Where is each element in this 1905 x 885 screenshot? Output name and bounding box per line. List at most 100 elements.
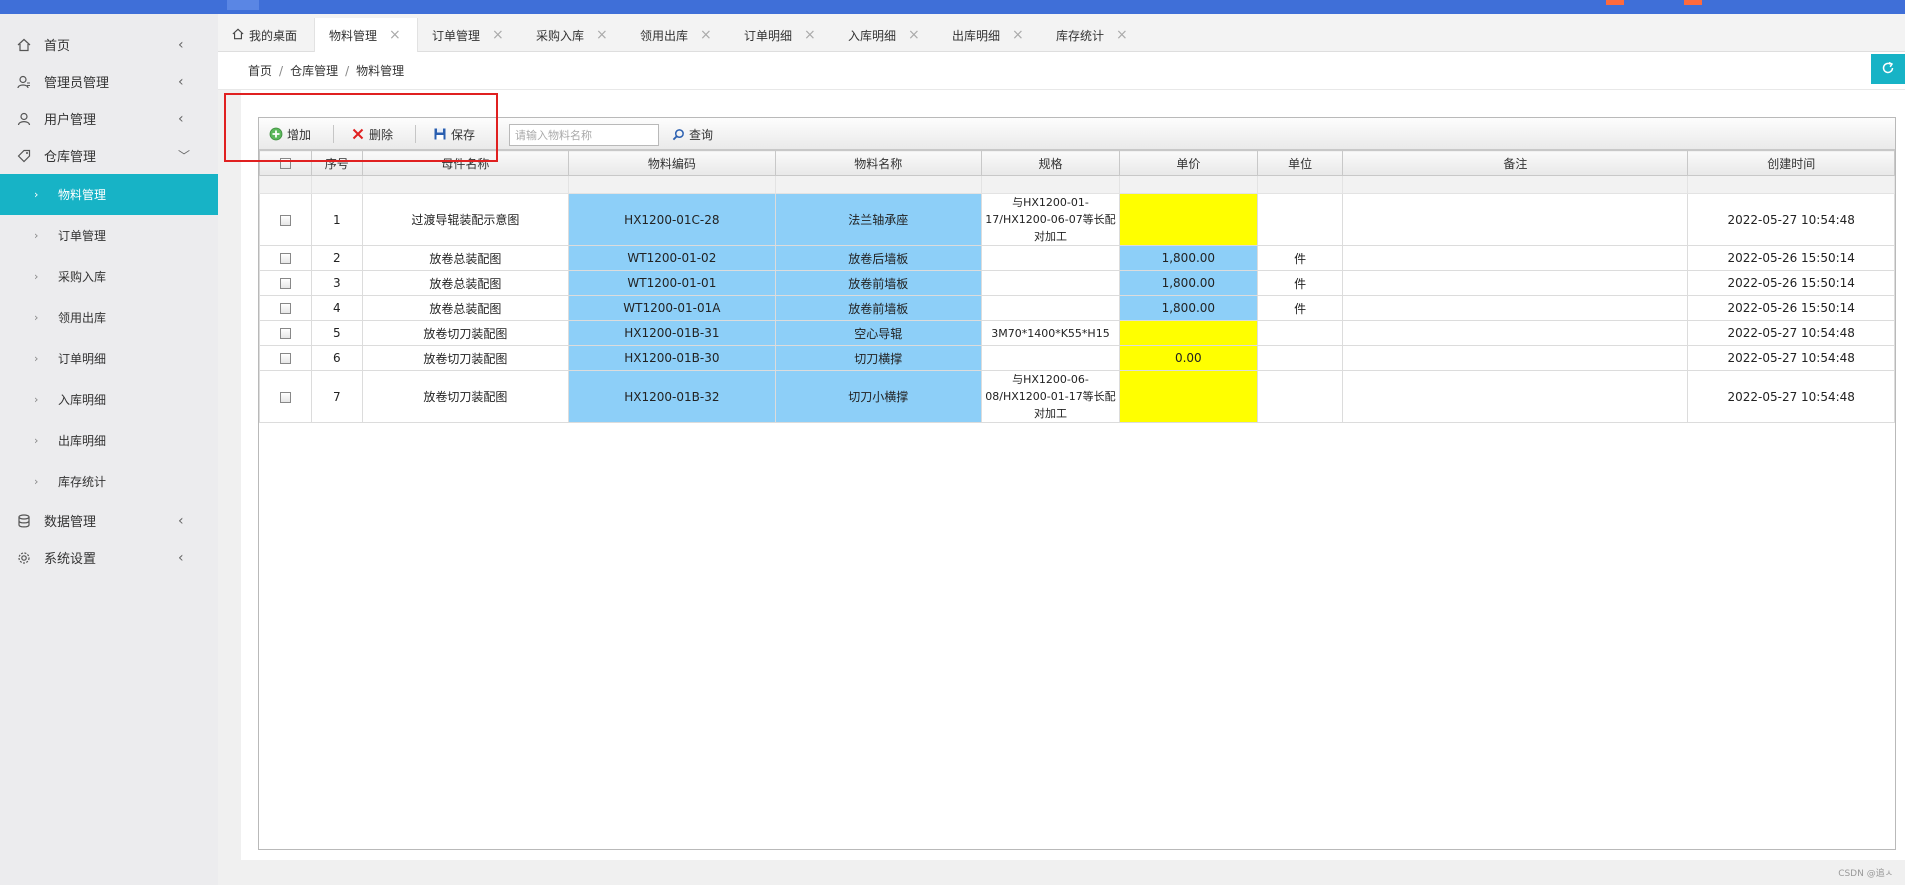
- sidebar-subitem-inventory-stats[interactable]: › 库存统计: [0, 461, 218, 502]
- cell-material-name[interactable]: 放卷后墙板: [774, 245, 983, 271]
- column-header[interactable]: 规格: [981, 150, 1120, 176]
- refresh-button[interactable]: [1871, 54, 1905, 84]
- cell-created[interactable]: 2022-05-27 10:54:48: [1687, 193, 1895, 246]
- cell-material-code[interactable]: HX1200-01B-32: [568, 370, 776, 423]
- sidebar-subitem-outbound-details[interactable]: › 出库明细: [0, 420, 218, 461]
- tab-outbound-details[interactable]: 出库明细 ×: [938, 18, 1042, 52]
- cell-material-name[interactable]: 切刀小横撑: [774, 370, 983, 423]
- row-checkbox[interactable]: [279, 328, 291, 339]
- column-header[interactable]: 单价: [1118, 150, 1258, 176]
- tab-inbound-details[interactable]: 入库明细 ×: [834, 18, 938, 52]
- cell-unit[interactable]: 件: [1256, 295, 1344, 321]
- cell-spec[interactable]: [981, 295, 1120, 321]
- column-header[interactable]: 创建时间: [1687, 150, 1895, 176]
- tab-inventory-stats[interactable]: 库存统计 ×: [1042, 18, 1146, 52]
- cell-material-code[interactable]: HX1200-01B-31: [568, 320, 776, 346]
- cell-unit[interactable]: [1256, 193, 1344, 246]
- cell-no[interactable]: 6: [310, 345, 363, 371]
- table-row[interactable]: 4 放卷总装配图 WT1200-01-01A 放卷前墙板 1,800.00 件 …: [259, 295, 1895, 321]
- cell-created[interactable]: 2022-05-26 15:50:14: [1687, 270, 1895, 296]
- cell-parent-name[interactable]: 放卷总装配图: [361, 245, 570, 271]
- close-icon[interactable]: ×: [596, 27, 608, 43]
- sidebar-item-users[interactable]: 用户管理 ‹: [0, 100, 218, 137]
- close-icon[interactable]: ×: [1116, 27, 1128, 43]
- cell-price[interactable]: 0.00: [1118, 345, 1258, 371]
- table-row[interactable]: 3 放卷总装配图 WT1200-01-01 放卷前墙板 1,800.00 件 2…: [259, 270, 1895, 296]
- close-icon[interactable]: ×: [908, 27, 920, 43]
- cell-price[interactable]: 1,800.00: [1118, 245, 1258, 271]
- column-header[interactable]: 物料编码: [568, 150, 776, 176]
- query-button[interactable]: 查询: [671, 124, 713, 144]
- table-row[interactable]: 5 放卷切刀装配图 HX1200-01B-31 空心导辊 3M70*1400*K…: [259, 320, 1895, 346]
- cell-no[interactable]: 3: [310, 270, 363, 296]
- cell-no[interactable]: 2: [310, 245, 363, 271]
- cell-parent-name[interactable]: 放卷切刀装配图: [361, 320, 570, 346]
- cell-parent-name[interactable]: 放卷切刀装配图: [361, 345, 570, 371]
- cell-price[interactable]: [1118, 193, 1258, 246]
- tab-order-details[interactable]: 订单明细 ×: [730, 18, 834, 52]
- cell-remark[interactable]: [1342, 295, 1689, 321]
- cell-spec[interactable]: [981, 270, 1120, 296]
- cell-material-name[interactable]: 放卷前墙板: [774, 295, 983, 321]
- tab-desktop[interactable]: 我的桌面: [218, 18, 314, 52]
- cell-parent-name[interactable]: 放卷切刀装配图: [361, 370, 570, 423]
- cell-price[interactable]: [1118, 370, 1258, 423]
- tab-materials[interactable]: 物料管理 ×: [314, 18, 418, 52]
- cell-price[interactable]: 1,800.00: [1118, 295, 1258, 321]
- cell-spec[interactable]: 与HX1200-06-08/HX1200-01-17等长配对加工: [981, 370, 1120, 423]
- cell-material-code[interactable]: HX1200-01C-28: [568, 193, 776, 246]
- column-header[interactable]: 备注: [1342, 150, 1689, 176]
- cell-spec[interactable]: [981, 245, 1120, 271]
- sidebar-subitem-order-details[interactable]: › 订单明细: [0, 338, 218, 379]
- cell-spec[interactable]: 3M70*1400*K55*H15: [981, 320, 1120, 346]
- row-checkbox[interactable]: [279, 391, 291, 403]
- sidebar-subitem-issue-out[interactable]: › 领用出库: [0, 297, 218, 338]
- column-header[interactable]: 物料名称: [774, 150, 983, 176]
- cell-material-name[interactable]: 法兰轴承座: [774, 193, 983, 246]
- material-name-search-input[interactable]: [509, 124, 659, 146]
- cell-remark[interactable]: [1342, 270, 1689, 296]
- cell-created[interactable]: 2022-05-27 10:54:48: [1687, 370, 1895, 423]
- cell-unit[interactable]: [1256, 370, 1344, 423]
- tab-purchase-in[interactable]: 采购入库 ×: [522, 18, 626, 52]
- breadcrumb-item[interactable]: 首页: [248, 62, 272, 79]
- cell-unit[interactable]: 件: [1256, 270, 1344, 296]
- table-row[interactable]: 6 放卷切刀装配图 HX1200-01B-30 切刀横撑 0.00 2022-0…: [259, 345, 1895, 371]
- cell-unit[interactable]: [1256, 345, 1344, 371]
- cell-remark[interactable]: [1342, 345, 1689, 371]
- row-checkbox[interactable]: [279, 353, 291, 364]
- table-row[interactable]: 7 放卷切刀装配图 HX1200-01B-32 切刀小横撑 与HX1200-06…: [259, 370, 1895, 423]
- breadcrumb-item[interactable]: 仓库管理: [290, 62, 338, 79]
- cell-remark[interactable]: [1342, 320, 1689, 346]
- cell-remark[interactable]: [1342, 193, 1689, 246]
- sidebar-item-warehouse[interactable]: 仓库管理 ﹀: [0, 137, 218, 174]
- cell-remark[interactable]: [1342, 370, 1689, 423]
- header-tab-fragment[interactable]: [227, 0, 259, 10]
- close-icon[interactable]: ×: [700, 27, 712, 43]
- table-row[interactable]: 1 过渡导辊装配示意图 HX1200-01C-28 法兰轴承座 与HX1200-…: [259, 193, 1895, 246]
- sidebar-item-settings[interactable]: 系统设置 ‹: [0, 539, 218, 576]
- sidebar-subitem-inbound-details[interactable]: › 入库明细: [0, 379, 218, 420]
- cell-parent-name[interactable]: 过渡导辊装配示意图: [361, 193, 570, 246]
- cell-price[interactable]: [1118, 320, 1258, 346]
- cell-created[interactable]: 2022-05-26 15:50:14: [1687, 245, 1895, 271]
- cell-unit[interactable]: [1256, 320, 1344, 346]
- cell-material-code[interactable]: WT1200-01-01A: [568, 295, 776, 321]
- cell-remark[interactable]: [1342, 245, 1689, 271]
- close-icon[interactable]: ×: [1012, 27, 1024, 43]
- row-checkbox[interactable]: [279, 214, 291, 226]
- sidebar-item-home[interactable]: 首页 ‹: [0, 26, 218, 63]
- column-header[interactable]: 单位: [1256, 150, 1344, 176]
- sidebar-subitem-purchase-in[interactable]: › 采购入库: [0, 256, 218, 297]
- cell-created[interactable]: 2022-05-27 10:54:48: [1687, 345, 1895, 371]
- row-checkbox[interactable]: [279, 278, 291, 289]
- cell-no[interactable]: 7: [310, 370, 363, 423]
- sidebar-item-data[interactable]: 数据管理 ‹: [0, 502, 218, 539]
- cell-material-code[interactable]: HX1200-01B-30: [568, 345, 776, 371]
- close-icon[interactable]: ×: [804, 27, 816, 43]
- row-checkbox[interactable]: [279, 303, 291, 314]
- sidebar-subitem-orders[interactable]: › 订单管理: [0, 215, 218, 256]
- close-icon[interactable]: ×: [389, 27, 401, 43]
- cell-no[interactable]: 4: [310, 295, 363, 321]
- header-badge[interactable]: [1684, 0, 1702, 5]
